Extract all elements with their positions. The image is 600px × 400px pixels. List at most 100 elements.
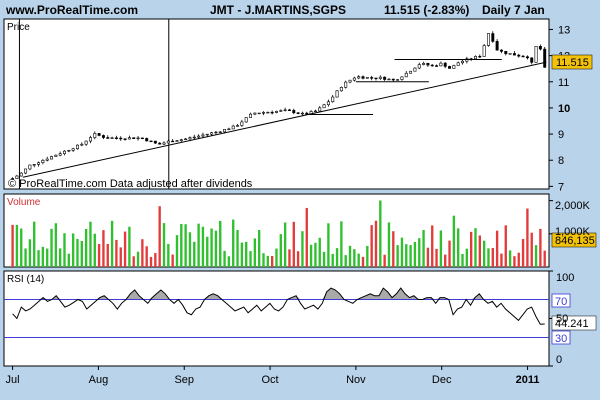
- candle-body: [430, 64, 434, 67]
- volume-bar: [457, 228, 460, 267]
- volume-bar: [270, 255, 274, 267]
- volume-bar: [71, 233, 75, 267]
- volume-bar: [301, 231, 304, 267]
- volume-bar: [76, 238, 79, 267]
- volume-bar: [15, 224, 19, 267]
- volume-bar: [482, 240, 486, 267]
- candle-body: [538, 46, 542, 50]
- volume-bar: [257, 229, 261, 267]
- candle-body: [530, 57, 534, 63]
- volume-bar: [206, 236, 209, 267]
- candle-body: [197, 135, 201, 138]
- volume-bar: [327, 223, 330, 267]
- candle-body: [240, 121, 244, 126]
- rsi-level-30-label: 30: [555, 333, 567, 345]
- volume-bar: [322, 251, 326, 267]
- volume-bar: [245, 241, 248, 267]
- candle-body: [266, 111, 270, 114]
- candle-body: [58, 153, 62, 156]
- candle-body: [517, 54, 521, 57]
- candle-body: [114, 137, 118, 139]
- volume-bar: [50, 228, 53, 267]
- volume-bar: [422, 230, 425, 267]
- rsi-panel-label: RSI (14): [7, 274, 44, 285]
- volume-bar: [543, 250, 546, 267]
- volume-bar: [539, 228, 542, 267]
- candle-body: [374, 77, 378, 80]
- volume-bar: [227, 256, 231, 267]
- volume-bar: [400, 237, 404, 267]
- candle-body: [184, 138, 188, 141]
- candle-body: [67, 150, 71, 152]
- instrument-title: JMT - J.MARTINS,SGPS: [210, 3, 346, 17]
- candle-body: [474, 56, 477, 60]
- price-last-tag: 11.515: [556, 57, 589, 69]
- volume-bar: [288, 249, 291, 267]
- volume-bar: [249, 251, 252, 267]
- candle-body: [71, 148, 75, 151]
- candle-body: [257, 112, 261, 115]
- volume-bar: [167, 243, 170, 267]
- candle-body: [426, 63, 430, 66]
- x-tick-aug: Aug: [89, 374, 109, 386]
- volume-bar: [58, 248, 62, 267]
- candle-body: [318, 107, 322, 112]
- volume-bar: [283, 222, 287, 267]
- candle-body: [106, 137, 110, 139]
- candle-body: [352, 77, 356, 81]
- candle-body: [404, 72, 408, 78]
- candle-body: [521, 55, 525, 58]
- volume-bar: [500, 253, 503, 267]
- rsi-level-70-label: 70: [555, 296, 567, 308]
- candle-body: [75, 144, 79, 150]
- candle-body: [223, 129, 227, 133]
- candle-body: [357, 76, 361, 79]
- candle-body: [54, 154, 58, 157]
- candle-body: [335, 90, 339, 98]
- candle-body: [482, 45, 486, 57]
- volume-bar: [491, 247, 494, 267]
- volume-bar: [331, 253, 334, 267]
- volume-bar: [534, 245, 538, 267]
- volume-bar: [102, 230, 105, 267]
- candle-body: [123, 138, 127, 140]
- candle-body: [417, 64, 421, 69]
- candle-body: [326, 101, 330, 106]
- volume-bar: [370, 225, 373, 267]
- volume-panel-label: Volume: [7, 197, 41, 208]
- price-annotation: © ProRealTime.com Data adjusted after di…: [8, 178, 253, 190]
- volume-bar: [275, 248, 278, 267]
- candle-body: [93, 133, 97, 138]
- candle-body: [275, 110, 278, 113]
- volume-bar: [180, 223, 183, 267]
- candle-body: [166, 140, 170, 144]
- volume-bar: [232, 219, 235, 267]
- chart-canvas: www.ProRealTime.com JMT - J.MARTINS,SGPS…: [3, 3, 597, 386]
- candle-body: [214, 131, 218, 134]
- volume-bar: [335, 248, 339, 267]
- volume-bar: [340, 221, 343, 267]
- volume-bar: [219, 220, 222, 267]
- candle-body: [270, 111, 274, 114]
- candle-body: [97, 133, 101, 136]
- volume-bar: [253, 238, 257, 267]
- volume-bar: [357, 253, 360, 267]
- candle-body: [283, 109, 287, 111]
- candle-body: [439, 62, 443, 67]
- volume-bar: [409, 245, 412, 267]
- price-y-tick-13: 13: [558, 24, 570, 36]
- volume-bar: [474, 228, 477, 267]
- candle-body: [80, 143, 84, 146]
- volume-bar: [197, 223, 200, 267]
- volume-bar: [296, 251, 300, 267]
- candle-body: [344, 81, 348, 88]
- candle-body: [253, 112, 257, 115]
- candle-body: [32, 164, 36, 166]
- volume-bar: [266, 255, 270, 267]
- volume-bar: [439, 230, 443, 267]
- volume-bar: [89, 221, 92, 267]
- volume-bar: [344, 255, 347, 267]
- candle-body: [88, 137, 92, 142]
- candle-body: [244, 117, 248, 123]
- candle-body: [287, 109, 291, 111]
